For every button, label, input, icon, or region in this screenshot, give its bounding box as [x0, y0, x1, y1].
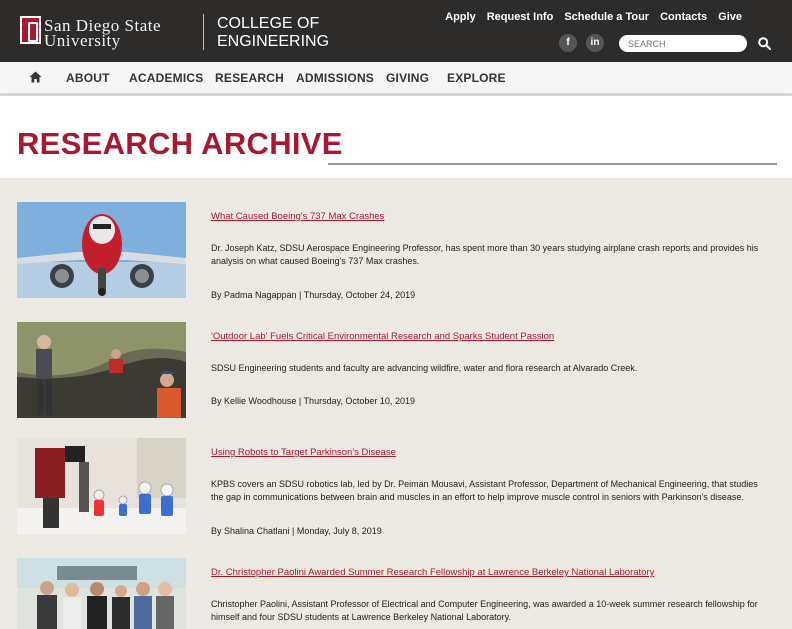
article-thumbnail-airplane[interactable] [17, 202, 186, 298]
nav-explore[interactable]: EXPLORE [447, 71, 506, 85]
article-thumbnail-group-photo[interactable] [17, 558, 186, 629]
header-divider [203, 14, 204, 50]
nav-giving[interactable]: GIVING [386, 71, 429, 85]
article-title-link[interactable]: 'Outdoor Lab' Fuels Critical Environment… [211, 331, 554, 342]
college-name-line2[interactable]: ENGINEERING [217, 33, 329, 51]
home-icon[interactable] [29, 71, 42, 83]
article-byline: By Shalina Chatlani | Monday, July 8, 20… [211, 526, 382, 536]
sdsu-logo[interactable]: San Diego State University [20, 16, 170, 50]
nav-academics[interactable]: ACADEMICS [129, 71, 203, 85]
apply-link[interactable]: Apply [445, 11, 476, 23]
schedule-tour-link[interactable]: Schedule a Tour [564, 11, 649, 23]
article-title-link[interactable]: Dr. Christopher Paolini Awarded Summer R… [211, 567, 654, 578]
site-header: San Diego State University COLLEGE OF EN… [0, 0, 792, 62]
facebook-icon[interactable]: f [559, 34, 577, 52]
article-description: KPBS covers an SDSU robotics lab, led by… [211, 479, 758, 502]
page-title: RESEARCH ARCHIVE [17, 126, 343, 161]
nav-research[interactable]: RESEARCH [215, 71, 284, 85]
utility-links: Apply Request Info Schedule a Tour Conta… [434, 11, 742, 23]
nav-about[interactable]: ABOUT [66, 71, 110, 85]
search-icon[interactable] [758, 37, 771, 50]
main-nav: ABOUT ACADEMICS RESEARCH ADMISSIONS GIVI… [0, 62, 792, 94]
article-description: Christopher Paolini, Assistant Professor… [211, 599, 758, 622]
request-info-link[interactable]: Request Info [487, 11, 554, 23]
nav-admissions[interactable]: ADMISSIONS [296, 71, 374, 85]
sdsu-logo-mark [20, 16, 41, 44]
give-link[interactable]: Give [718, 11, 742, 23]
college-name-line1[interactable]: COLLEGE OF [217, 15, 319, 33]
linkedin-icon[interactable]: in [586, 34, 604, 52]
article-byline: By Kellie Woodhouse | Thursday, October … [211, 396, 415, 406]
article-description: Dr. Joseph Katz, SDSU Aerospace Engineer… [211, 243, 759, 266]
article-byline: By Padma Nagappan | Thursday, October 24… [211, 290, 416, 300]
article-description: SDSU Engineering students and faculty ar… [211, 363, 638, 373]
article-title-link[interactable]: What Caused Boeing's 737 Max Crashes [211, 211, 384, 222]
page-title-band: RESEARCH ARCHIVE [0, 96, 792, 178]
search-input[interactable] [619, 35, 747, 52]
logo-text-line2: University [44, 31, 121, 50]
article-thumbnail-outdoor-lab[interactable] [17, 322, 186, 418]
contacts-link[interactable]: Contacts [660, 11, 707, 23]
article-thumbnail-robots[interactable] [17, 438, 186, 534]
title-rule [328, 163, 777, 165]
article-title-link[interactable]: Using Robots to Target Parkinson's Disea… [211, 447, 396, 458]
